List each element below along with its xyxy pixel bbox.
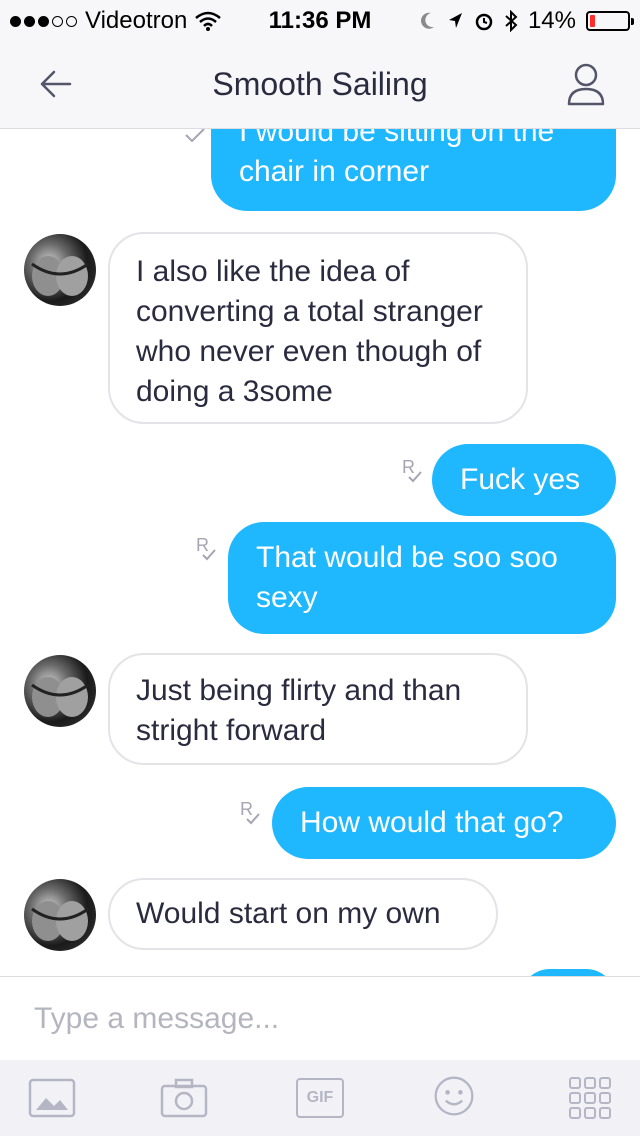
message-bubble-outgoing[interactable]: I would be sitting on the chair in corne… — [211, 129, 616, 211]
camera-icon[interactable] — [160, 1076, 208, 1120]
conversation-title[interactable]: Smooth Sailing — [0, 66, 640, 103]
profile-icon[interactable] — [566, 62, 606, 106]
read-receipt-icon: R — [196, 535, 226, 565]
moon-icon — [420, 12, 434, 29]
read-receipt-icon — [185, 129, 205, 143]
contact-avatar[interactable] — [24, 655, 96, 727]
attachment-toolbar: GIF — [0, 1060, 640, 1136]
message-text: How would that go? — [300, 806, 564, 839]
emoji-icon[interactable] — [430, 1074, 478, 1118]
message-text: Fuck yes — [460, 463, 581, 496]
message-bubble-outgoing[interactable]: Fuck yes — [432, 444, 616, 516]
message-text: Would start on my own — [136, 897, 441, 930]
battery-fill — [590, 15, 595, 27]
apps-grid-icon[interactable] — [566, 1076, 614, 1120]
message-text: Just being flirty and than stright forwa… — [136, 674, 462, 747]
status-bar: Videotron 11:36 PM 14% — [0, 0, 640, 40]
status-right: 14% — [418, 7, 634, 35]
battery-percent: 14% — [527, 7, 576, 34]
gif-label: GIF — [306, 1089, 334, 1106]
message-list[interactable]: I would be sitting on the chair in corne… — [0, 129, 640, 976]
message-bubble-incoming[interactable]: Just being flirty and than stright forwa… — [108, 653, 528, 765]
bluetooth-icon — [505, 10, 518, 32]
conversation-header: Smooth Sailing — [0, 40, 640, 129]
gif-icon[interactable]: GIF — [296, 1078, 344, 1118]
location-arrow-icon — [448, 13, 462, 28]
contact-avatar[interactable] — [24, 879, 96, 951]
message-bubble-outgoing[interactable]: That would be soo soo sexy — [228, 522, 616, 634]
message-bubble-outgoing[interactable]: How would that go? — [272, 787, 616, 859]
message-input[interactable] — [34, 999, 614, 1039]
message-text: That would be soo soo sexy — [256, 541, 558, 614]
contact-avatar[interactable] — [24, 234, 96, 306]
message-composer — [0, 976, 640, 1061]
message-bubble-incoming[interactable]: I also like the idea of converting a tot… — [108, 232, 528, 424]
alarm-icon — [475, 13, 493, 31]
read-receipt-icon: R — [240, 799, 270, 829]
read-receipt-icon: R — [402, 457, 432, 487]
message-text: I would be sitting on the chair in corne… — [239, 129, 555, 188]
message-bubble-incoming[interactable]: Would start on my own — [108, 878, 498, 950]
message-bubble-outgoing[interactable] — [520, 969, 616, 976]
message-text: I also like the idea of converting a tot… — [136, 255, 483, 408]
photo-icon[interactable] — [28, 1076, 76, 1120]
battery-icon — [586, 11, 634, 31]
